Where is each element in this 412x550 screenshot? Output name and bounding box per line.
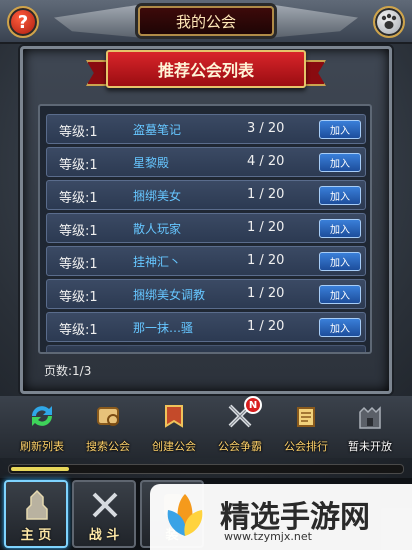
- join-button[interactable]: 加入: [319, 252, 361, 271]
- guild-level: 等级:1: [59, 224, 98, 239]
- banner-icon: [165, 405, 183, 428]
- home-statue-icon: [26, 489, 48, 520]
- guild-name: 散人玩家: [133, 222, 182, 236]
- guild-member-count: 1 / 20: [247, 286, 285, 301]
- paw-icon: [381, 13, 397, 29]
- create-guild-button[interactable]: 创建公会: [144, 398, 204, 456]
- guild-level: 等级:1: [59, 257, 98, 272]
- progress-track: [8, 464, 404, 474]
- guild-member-count: 3 / 20: [247, 121, 285, 136]
- watermark-logo-icon: [167, 494, 203, 536]
- guild-row: 等级:1 散人玩家 1 / 20 加入: [46, 213, 366, 243]
- tab-home[interactable]: 主 页: [4, 480, 68, 548]
- not-open-button[interactable]: 暂未开放: [340, 398, 400, 456]
- new-badge: N: [244, 396, 262, 414]
- guild-member-count: 4 / 20: [247, 154, 285, 169]
- scroll-search-icon: [97, 407, 119, 426]
- top-bar: ? 我的公会: [0, 0, 412, 44]
- question-mark-icon: ?: [17, 11, 29, 33]
- right-wing-ornament: [268, 4, 358, 38]
- guild-war-button[interactable]: N 公会争霸: [210, 396, 270, 456]
- tab-battle[interactable]: 战 斗: [72, 480, 136, 548]
- guild-name: 挂神汇丶: [133, 255, 182, 269]
- join-button[interactable]: 加入: [319, 285, 361, 304]
- page-title: 我的公会: [138, 6, 274, 36]
- ranking-scroll-icon: [297, 407, 315, 427]
- guild-name: 盗墓笔记: [133, 123, 182, 137]
- guild-row: 等级:1 捆绑美女调教 1 / 20 加入: [46, 279, 366, 309]
- site-watermark: 精选手游网 www.tzymjx.net: [150, 484, 412, 550]
- guild-list[interactable]: 等级:1 盗墓笔记 3 / 20 加入 等级:1 星黎殿 4 / 20 加入 等…: [38, 104, 372, 354]
- join-button[interactable]: 加入: [319, 318, 361, 337]
- guild-name: 捆绑美女: [133, 189, 182, 203]
- guild-ranking-button[interactable]: 公会排行: [276, 398, 336, 456]
- guild-row: 等级:1 捆绑美女 1 / 20 加入: [46, 180, 366, 210]
- guild-level: 等级:1: [59, 323, 98, 338]
- page-indicator: 页数:1/3: [44, 364, 92, 378]
- guild-level: 等级:1: [59, 158, 98, 173]
- guild-name: 捆绑美女调教: [133, 288, 206, 302]
- locked-castle-icon: [359, 406, 381, 429]
- guild-row-partial: [46, 345, 366, 352]
- guild-member-count: 1 / 20: [247, 253, 285, 268]
- guild-name: 那一抹…骚: [133, 321, 194, 335]
- guild-row: 等级:1 挂神汇丶 1 / 20 加入: [46, 246, 366, 276]
- join-button[interactable]: 加入: [319, 153, 361, 172]
- join-button[interactable]: 加入: [319, 219, 361, 238]
- guild-name: 星黎殿: [133, 156, 170, 170]
- guild-row: 等级:1 盗墓笔记 3 / 20 加入: [46, 114, 366, 144]
- guild-row: 等级:1 那一抹…骚 1 / 20 加入: [46, 312, 366, 342]
- paw-button[interactable]: [373, 6, 405, 38]
- join-button[interactable]: 加入: [319, 186, 361, 205]
- guild-row: 等级:1 星黎殿 4 / 20 加入: [46, 147, 366, 177]
- guild-level: 等级:1: [59, 125, 98, 140]
- guild-level: 等级:1: [59, 290, 98, 305]
- refresh-list-button[interactable]: 刷新列表: [12, 398, 72, 456]
- guild-level: 等级:1: [59, 191, 98, 206]
- recommend-ribbon: 推荐公会列表: [106, 50, 306, 88]
- search-guild-button[interactable]: 搜索公会: [78, 398, 138, 456]
- help-button[interactable]: ?: [7, 6, 39, 38]
- refresh-icon: [32, 406, 52, 426]
- join-button[interactable]: 加入: [319, 120, 361, 139]
- progress-fill: [11, 467, 69, 471]
- guild-member-count: 1 / 20: [247, 220, 285, 235]
- battle-swords-icon: [92, 492, 118, 518]
- guild-member-count: 1 / 20: [247, 187, 285, 202]
- left-wing-ornament: [54, 4, 144, 38]
- action-bar: 刷新列表 搜索公会 创建公会 N 公会争霸 公会排行 暂未开放: [0, 396, 412, 458]
- guild-member-count: 1 / 20: [247, 319, 285, 334]
